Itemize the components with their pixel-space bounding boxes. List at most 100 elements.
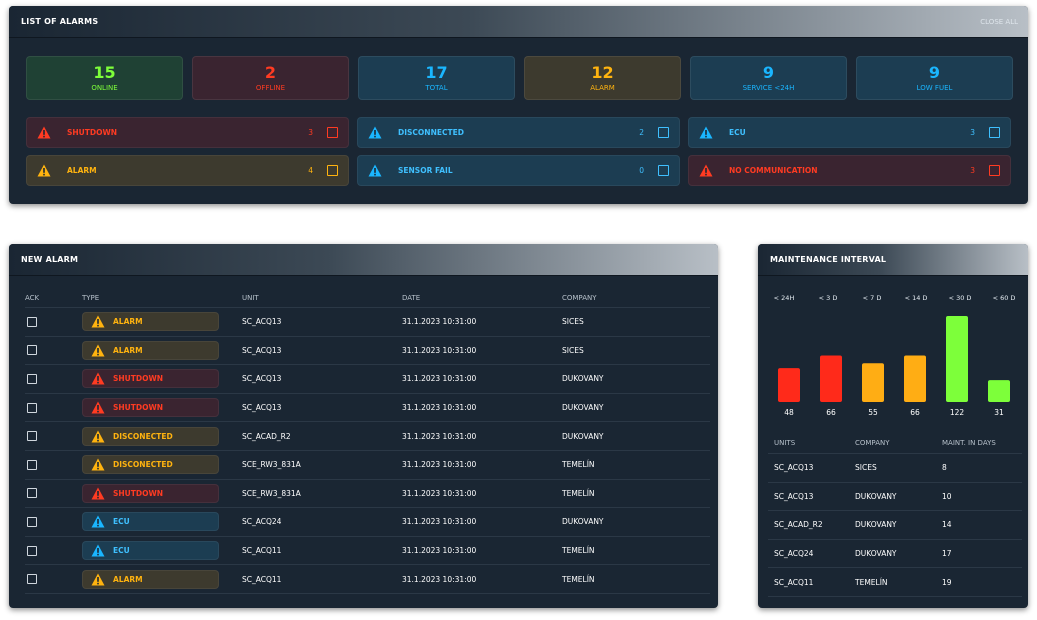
stat-label: SERVICE <24H bbox=[742, 84, 795, 92]
column-header-maint-days: MAINT. IN DAYS bbox=[942, 438, 996, 447]
stat-card-total[interactable]: 17 TOTAL bbox=[358, 56, 515, 100]
table-row[interactable]: SC_ACQ13 DUKOVANY 10 bbox=[768, 483, 1022, 512]
stat-label: OFFLINE bbox=[255, 84, 286, 92]
alarm-type-label: ECU bbox=[113, 517, 130, 527]
ack-checkbox[interactable] bbox=[27, 488, 37, 499]
ack-checkbox[interactable] bbox=[27, 574, 37, 585]
bar[interactable] bbox=[820, 355, 842, 402]
category-disconnected[interactable]: DISCONNECTED 2 bbox=[357, 117, 680, 148]
company-cell: TEMELÍN bbox=[562, 574, 595, 584]
bar[interactable] bbox=[904, 355, 926, 402]
stat-card-online[interactable]: 15 ONLINE bbox=[26, 56, 183, 100]
warning-icon bbox=[91, 430, 105, 443]
unit-cell: SCE_RW3_831A bbox=[242, 460, 301, 470]
bar[interactable] bbox=[988, 380, 1010, 402]
category-checkbox[interactable] bbox=[658, 127, 669, 138]
ack-checkbox[interactable] bbox=[27, 345, 37, 356]
panel-header: LIST OF ALARMS CLOSE ALL bbox=[9, 6, 1028, 38]
alarm-type-badge: ALARM bbox=[82, 312, 219, 332]
category-checkbox[interactable] bbox=[327, 165, 338, 176]
column-header-ack: ACK bbox=[25, 293, 40, 302]
stat-label: ONLINE bbox=[91, 84, 118, 92]
stat-value: 17 bbox=[425, 63, 448, 82]
ack-checkbox[interactable] bbox=[27, 373, 37, 384]
category-label: ECU bbox=[729, 128, 746, 137]
column-header-units: UNITS bbox=[774, 438, 796, 447]
category-label: SHUTDOWN bbox=[67, 128, 118, 137]
stat-value: 9 bbox=[928, 63, 941, 82]
unit-cell: SC_ACQ13 bbox=[774, 463, 814, 473]
table-row[interactable]: DISCONECTED SCE_RW3_831A 31.1.2023 10:31:0… bbox=[25, 451, 710, 480]
alarm-type-badge: SHUTDOWN bbox=[82, 369, 219, 389]
ack-checkbox[interactable] bbox=[27, 545, 37, 556]
stat-card-low-fuel[interactable]: 9 LOW FUEL bbox=[856, 56, 1013, 100]
table-row[interactable]: SHUTDOWN SC_ACQ13 31.1.2023 10:31:00 DUKOVA… bbox=[25, 365, 710, 394]
alarm-type-badge: ALARM bbox=[82, 569, 219, 589]
interval-range-labels: < 24H < 3 D < 7 D < 14 D < 30 D < 60 D bbox=[768, 294, 1020, 302]
stat-label: LOW FUEL bbox=[916, 84, 953, 92]
table-header: ACK TYPE UNIT DATE COMPANY bbox=[25, 288, 710, 308]
alarm-type-badge: ALARM bbox=[82, 340, 219, 360]
category-count: 3 bbox=[970, 166, 975, 175]
maintenance-table: UNITS COMPANY MAINT. IN DAYS SC_ACQ13 SIC… bbox=[768, 432, 1022, 597]
category-no-communication[interactable]: NO COMMUNICATION 3 bbox=[688, 155, 1011, 186]
alarm-type-badge: SHUTDOWN bbox=[82, 483, 219, 503]
category-checkbox[interactable] bbox=[658, 165, 669, 176]
ack-checkbox[interactable] bbox=[27, 316, 37, 327]
stat-card-alarm[interactable]: 12 ALARM bbox=[524, 56, 681, 100]
category-count: 3 bbox=[308, 128, 313, 137]
alarm-type-label: DISCONECTED bbox=[113, 460, 173, 470]
table-row[interactable]: ECU SC_ACQ11 31.1.2023 10:31:00 TEMELÍN bbox=[25, 537, 710, 566]
table-row[interactable]: SC_ACAD_R2 DUKOVANY 14 bbox=[768, 511, 1022, 540]
category-checkbox[interactable] bbox=[989, 165, 1000, 176]
table-row[interactable]: SC_ACQ11 TEMELÍN 19 bbox=[768, 568, 1022, 597]
table-row[interactable]: SC_ACQ13 SICES 8 bbox=[768, 454, 1022, 483]
category-count: 2 bbox=[639, 128, 644, 137]
ack-checkbox[interactable] bbox=[27, 516, 37, 527]
stat-value: 9 bbox=[762, 63, 775, 82]
date-cell: 31.1.2023 10:31:00 bbox=[402, 546, 477, 556]
category-sensor-fail[interactable]: SENSOR FAIL 0 bbox=[357, 155, 680, 186]
ack-checkbox[interactable] bbox=[27, 431, 37, 442]
unit-cell: SC_ACQ13 bbox=[242, 345, 282, 355]
close-all-button[interactable]: CLOSE ALL bbox=[980, 18, 1018, 26]
table-row[interactable]: ECU SC_ACQ24 31.1.2023 10:31:00 DUKOVANY bbox=[25, 508, 710, 537]
category-shutdown[interactable]: SHUTDOWN 3 bbox=[26, 117, 349, 148]
new-alarm-table: ACK TYPE UNIT DATE COMPANY ALARM SC_ACQ13… bbox=[25, 288, 710, 594]
stat-label: ALARM bbox=[590, 84, 615, 92]
date-cell: 31.1.2023 10:31:00 bbox=[402, 517, 477, 527]
bar-value-label: 48 bbox=[784, 408, 794, 417]
warning-icon bbox=[91, 487, 105, 500]
table-row[interactable]: SHUTDOWN SCE_RW3_831A 31.1.2023 10:31:00 TE… bbox=[25, 480, 710, 509]
bar[interactable] bbox=[778, 368, 800, 402]
range-label: < 60 D bbox=[992, 294, 1016, 302]
warning-icon bbox=[91, 515, 105, 528]
list-of-alarms-panel: LIST OF ALARMS CLOSE ALL 15 ONLINE 2 OFFLIN… bbox=[9, 6, 1028, 204]
table-row[interactable]: ALARM SC_ACQ11 31.1.2023 10:31:00 TEMELÍN bbox=[25, 565, 710, 594]
unit-cell: SC_ACAD_R2 bbox=[242, 431, 291, 441]
ack-checkbox[interactable] bbox=[27, 402, 37, 413]
stat-value: 12 bbox=[591, 63, 614, 82]
stat-card-offline[interactable]: 2 OFFLINE bbox=[192, 56, 349, 100]
category-checkbox[interactable] bbox=[989, 127, 1000, 138]
table-row[interactable]: ALARM SC_ACQ13 31.1.2023 10:31:00 SICES bbox=[25, 337, 710, 366]
ack-checkbox[interactable] bbox=[27, 459, 37, 470]
bar-value-label: 66 bbox=[910, 408, 920, 417]
table-row[interactable]: SC_ACQ24 DUKOVANY 17 bbox=[768, 540, 1022, 569]
unit-cell: SCE_RW3_831A bbox=[242, 488, 301, 498]
bar[interactable] bbox=[946, 316, 968, 402]
company-cell: SICES bbox=[562, 317, 584, 327]
table-row[interactable]: SHUTDOWN SC_ACQ13 31.1.2023 10:31:00 DUKOVA… bbox=[25, 394, 710, 423]
stat-card-service-24h[interactable]: 9 SERVICE <24H bbox=[690, 56, 847, 100]
category-alarm[interactable]: ALARM 4 bbox=[26, 155, 349, 186]
unit-cell: SC_ACQ13 bbox=[242, 317, 282, 327]
warning-icon bbox=[368, 164, 382, 177]
table-row[interactable]: ALARM SC_ACQ13 31.1.2023 10:31:00 SICES bbox=[25, 308, 710, 337]
category-ecu[interactable]: ECU 3 bbox=[688, 117, 1011, 148]
category-checkbox[interactable] bbox=[327, 127, 338, 138]
bar[interactable] bbox=[862, 363, 884, 402]
company-cell: SICES bbox=[562, 345, 584, 355]
date-cell: 31.1.2023 10:31:00 bbox=[402, 374, 477, 384]
table-row[interactable]: DISCONECTED SC_ACAD_R2 31.1.2023 10:31:00 D… bbox=[25, 422, 710, 451]
maint-days-cell: 8 bbox=[942, 463, 947, 473]
